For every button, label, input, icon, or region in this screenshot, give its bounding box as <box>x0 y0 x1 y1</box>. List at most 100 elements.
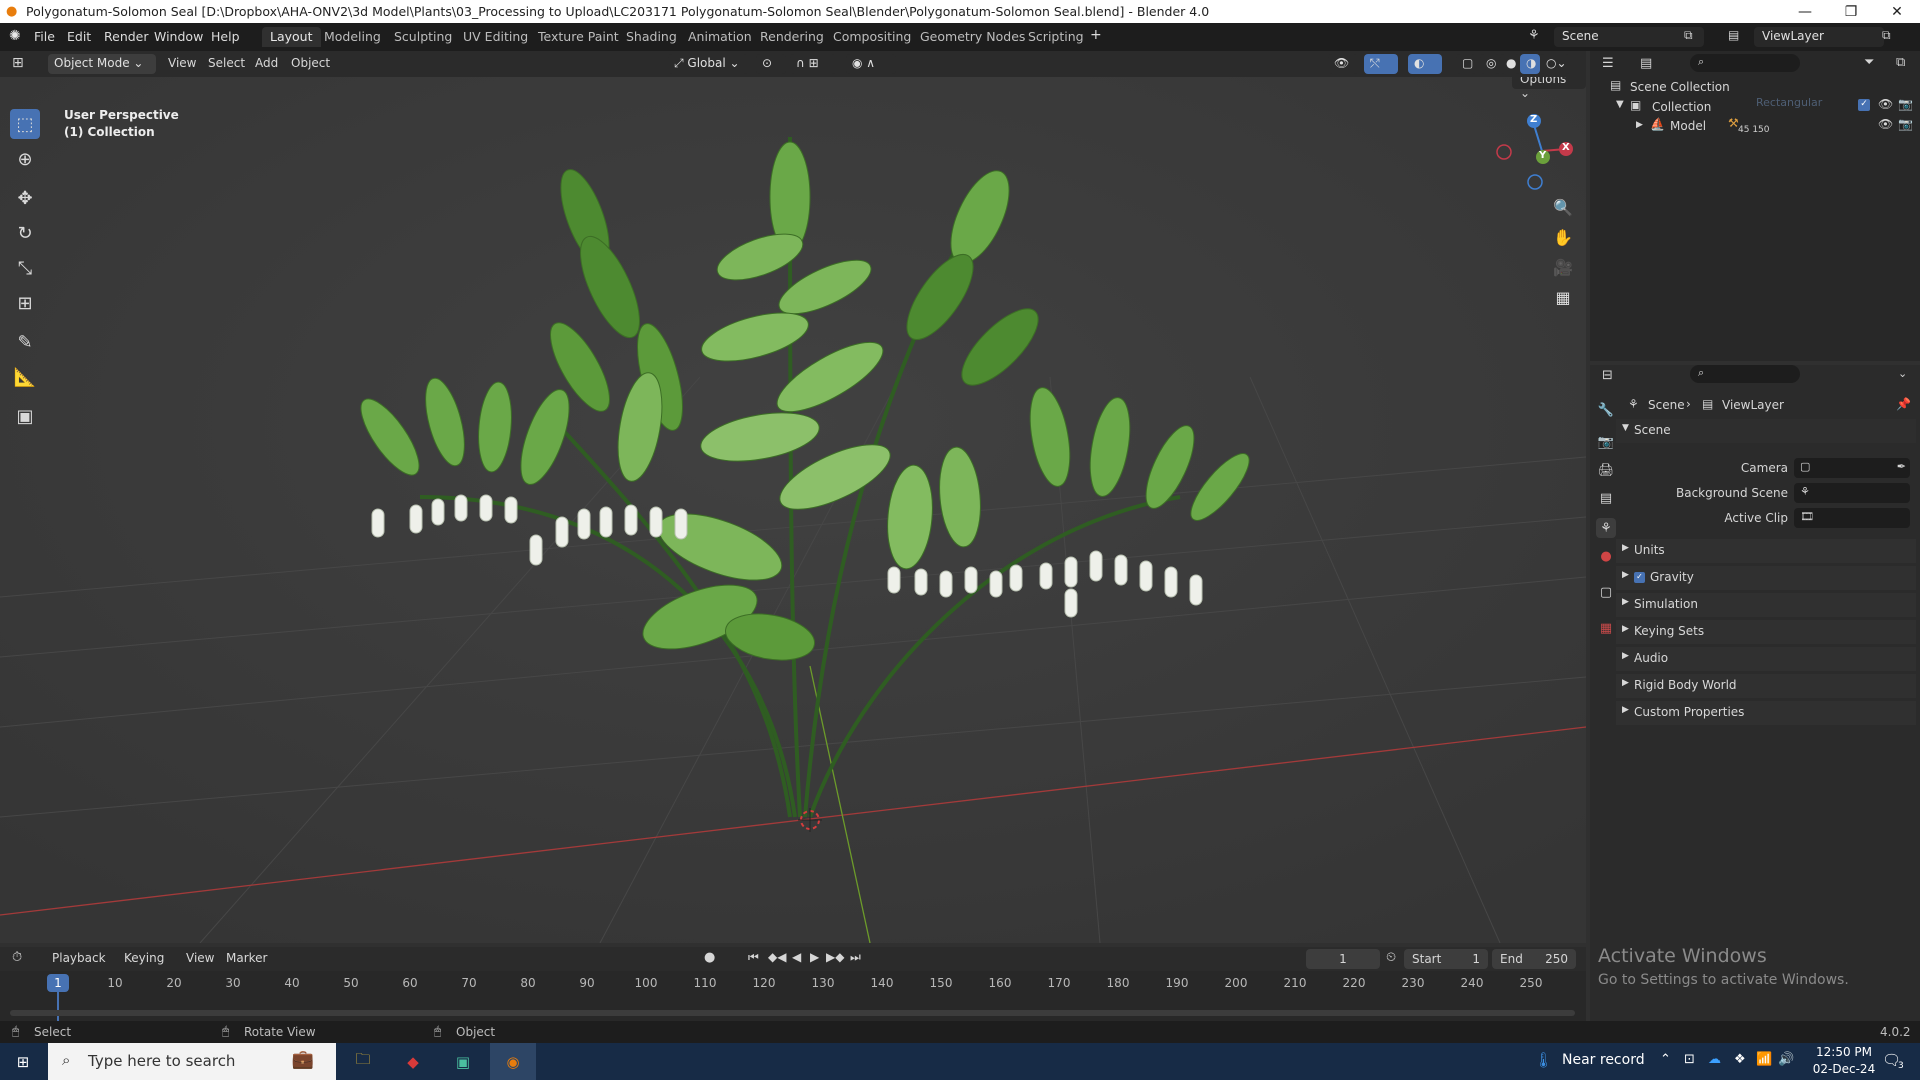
taskbar-time[interactable]: 12:50 PM <box>1812 1045 1876 1059</box>
annotate-tool[interactable]: ✎ <box>10 327 40 357</box>
audio-section[interactable]: ▶ Audio <box>1616 647 1916 671</box>
next-keyframe-icon[interactable]: ▶◆ <box>826 950 844 964</box>
tool-tab-icon[interactable]: 🔧 <box>1596 400 1616 420</box>
volume-icon[interactable]: 🔊 <box>1778 1052 1794 1067</box>
model-render-icon[interactable]: 📷 <box>1898 117 1913 131</box>
tab-sculpting[interactable]: Sculpting <box>386 27 460 47</box>
tab-compositing[interactable]: Compositing <box>825 27 919 47</box>
collection-label[interactable]: Collection <box>1652 100 1711 114</box>
viewport-menu-object[interactable]: Object <box>291 56 330 70</box>
model-visibility-icon[interactable]: 👁 <box>1878 117 1893 131</box>
new-collection-icon[interactable]: ⧉ <box>1896 55 1905 70</box>
tab-scripting[interactable]: Scripting <box>1020 27 1092 47</box>
visibility-dropdown[interactable]: 👁 <box>1328 54 1358 74</box>
timeline-menu-playback[interactable]: Playback <box>52 951 106 965</box>
collection-render-icon[interactable]: 📷 <box>1898 97 1913 111</box>
render-tab-icon[interactable]: 📷 <box>1596 432 1616 452</box>
timeline-body[interactable]: 10 20 30 40 50 60 70 80 90 100 110 120 130 140 150 160 1… <box>0 971 1586 1021</box>
timeline-menu-keying[interactable]: Keying <box>124 951 164 965</box>
outliner-editor-icon[interactable]: ☰ <box>1602 56 1614 71</box>
start-frame-field[interactable]: Start 1 <box>1404 949 1488 969</box>
menu-edit[interactable]: Edit <box>67 29 91 44</box>
new-scene-icon[interactable]: ⧉ <box>1684 28 1693 43</box>
start-button[interactable]: ⊞ <box>0 1043 46 1080</box>
collection-tab-icon[interactable]: ▢ <box>1596 582 1616 602</box>
viewport-menu-add[interactable]: Add <box>255 56 278 70</box>
file-explorer-icon[interactable]: 🗀 <box>340 1043 386 1080</box>
view-layer-tab-icon[interactable]: ▤ <box>1596 488 1616 508</box>
jump-start-icon[interactable]: ⏮ <box>748 950 759 965</box>
eyedropper-icon[interactable]: ✒ <box>1897 460 1906 473</box>
camera-field[interactable]: ▢ ✒ <box>1794 458 1910 478</box>
outliner-display-icon[interactable]: ▤ <box>1640 56 1652 71</box>
cursor-tool[interactable]: ⊕ <box>10 144 40 174</box>
shading-rendered[interactable]: ○⌄ <box>1540 54 1570 74</box>
timeline-menu-marker[interactable]: Marker <box>226 951 267 965</box>
new-viewlayer-icon[interactable]: ⧉ <box>1882 28 1891 43</box>
collection-expand-icon[interactable]: ▼ <box>1616 99 1624 110</box>
tab-texture-paint[interactable]: Texture Paint <box>530 27 627 47</box>
scene-tab-icon[interactable]: ⚘ <box>1596 518 1616 538</box>
gravity-section[interactable]: ▶ ✓ Gravity <box>1616 566 1916 590</box>
select-box-tool[interactable]: ⬚ <box>10 109 40 139</box>
transform-tool[interactable]: ⊞ <box>10 288 40 318</box>
viewlayer-selector[interactable]: ViewLayer <box>1754 27 1884 47</box>
proportional-edit-toggle[interactable]: ◉ ∧ <box>846 54 896 74</box>
collection-checkbox[interactable]: ✓ <box>1858 99 1870 111</box>
menu-window[interactable]: Window <box>154 29 203 44</box>
3d-viewport[interactable]: Z X Y User Perspective (1) Collection Op… <box>0 77 1586 943</box>
scale-tool[interactable]: ⤡ <box>10 253 40 283</box>
scene-panel-header[interactable]: ▼ Scene <box>1616 419 1916 443</box>
current-frame-field[interactable]: 1 <box>1306 949 1380 969</box>
app-3-icon[interactable]: ▣ <box>440 1043 486 1080</box>
shading-material[interactable]: ◑ <box>1520 54 1540 74</box>
dropbox-icon[interactable]: ❖ <box>1734 1052 1746 1067</box>
scene-collection-label[interactable]: Scene Collection <box>1630 80 1730 94</box>
rotate-tool[interactable]: ↻ <box>10 218 40 248</box>
timeline-editor-icon[interactable]: ⏱ <box>12 950 22 965</box>
pivot-dropdown[interactable]: ⊙ <box>756 54 786 74</box>
timeline-scrollbar[interactable] <box>10 1010 1575 1016</box>
shading-wireframe[interactable]: ◎ <box>1480 54 1500 74</box>
pan-hand-icon[interactable]: ✋ <box>1551 225 1575 249</box>
playhead[interactable]: 1 <box>47 974 69 992</box>
menu-file[interactable]: File <box>34 29 55 44</box>
gravity-checkbox[interactable]: ✓ <box>1634 572 1645 583</box>
tab-modeling[interactable]: Modeling <box>316 27 389 47</box>
taskbar-date[interactable]: 02-Dec-24 <box>1812 1062 1876 1076</box>
scene-type-icon[interactable]: ⚘ <box>1528 28 1540 43</box>
minimize-button[interactable]: — <box>1782 0 1828 23</box>
viewport-menu-select[interactable]: Select <box>208 56 245 70</box>
preview-range-icon[interactable]: ⏲ <box>1386 950 1396 965</box>
blender-taskbar-icon[interactable]: ◉ <box>490 1043 536 1080</box>
background-scene-field[interactable]: ⚘ <box>1794 483 1910 503</box>
options-button[interactable]: Options ⌄ <box>1512 77 1586 100</box>
sketchup-icon[interactable]: ◆ <box>390 1043 436 1080</box>
onedrive-icon[interactable]: ☁ <box>1708 1052 1721 1067</box>
blender-menu-icon[interactable]: ✺ <box>9 28 21 44</box>
measure-tool[interactable]: 📐 <box>10 362 40 392</box>
scene-selector[interactable]: Scene <box>1554 27 1704 47</box>
tab-rendering[interactable]: Rendering <box>752 27 832 47</box>
tab-geometry-nodes[interactable]: Geometry Nodes <box>912 27 1033 47</box>
gizmo-toggle[interactable]: ⤲ <box>1364 54 1398 74</box>
model-expand-icon[interactable]: ▶ <box>1636 120 1643 130</box>
menu-help[interactable]: Help <box>211 29 240 44</box>
texture-tab-icon[interactable]: ▦ <box>1596 618 1616 638</box>
custom-properties-section[interactable]: ▶ Custom Properties <box>1616 701 1916 725</box>
ortho-grid-icon[interactable]: ▦ <box>1551 285 1575 309</box>
play-icon[interactable]: ▶ <box>810 950 819 964</box>
collection-visibility-icon[interactable]: 👁 <box>1878 97 1893 111</box>
tab-shading[interactable]: Shading <box>618 27 685 47</box>
filter-icon[interactable]: ⏷ <box>1864 55 1874 70</box>
overlay-toggle[interactable]: ◐ <box>1408 54 1442 74</box>
add-cube-tool[interactable]: ▣ <box>10 401 40 431</box>
maximize-button[interactable]: ❐ <box>1828 0 1874 23</box>
properties-dropdown-icon[interactable]: ⌄ <box>1898 367 1907 380</box>
properties-search-input[interactable]: ⌕ <box>1690 365 1800 383</box>
timeline-menu-view[interactable]: View <box>186 951 214 965</box>
tray-app-icon[interactable]: ⊡ <box>1684 1052 1695 1067</box>
world-tab-icon[interactable]: ● <box>1596 546 1616 566</box>
simulation-section[interactable]: ▶ Simulation <box>1616 593 1916 617</box>
viewlayer-type-icon[interactable]: ▤ <box>1728 28 1739 42</box>
